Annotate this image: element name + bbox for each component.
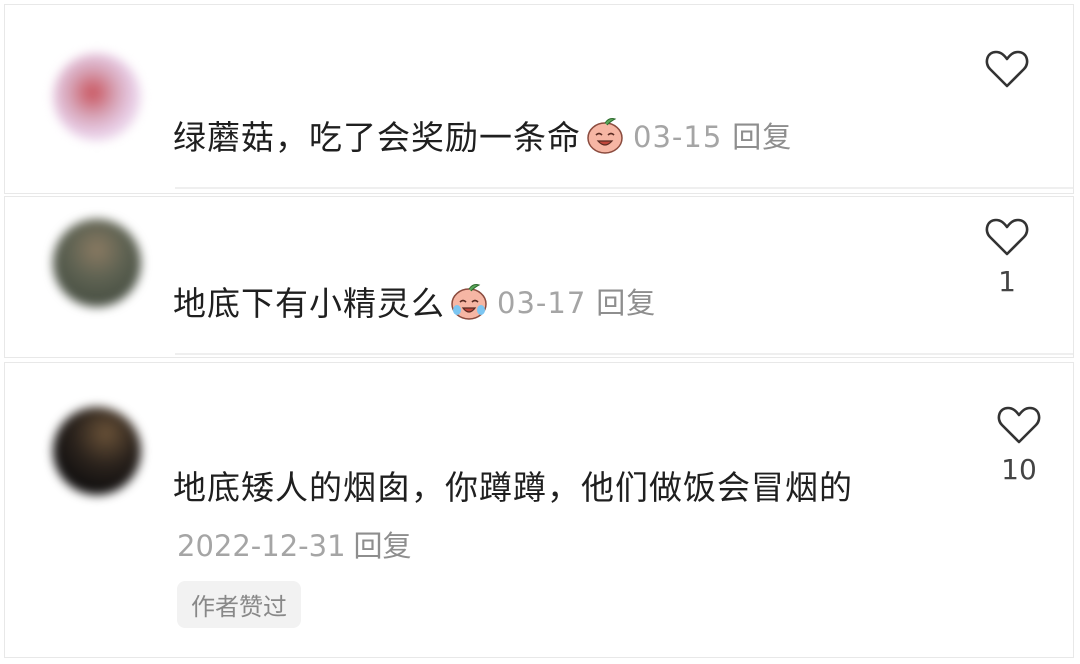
crying-peach-sticker <box>449 281 489 321</box>
comment-meta: 2022-12-31 回复 <box>177 523 412 565</box>
comment-text: 地底矮人的烟囱，你蹲蹲，他们做饭会冒烟的 <box>173 468 853 507</box>
comment-date: 2022-12-31 <box>177 529 346 563</box>
like-button[interactable] <box>967 49 1047 97</box>
heart-outline-icon <box>997 406 1041 444</box>
comment-text: 地底下有小精灵么 <box>173 284 445 323</box>
reply-button[interactable]: 回复 <box>596 286 656 320</box>
comment-item-2: 地底下有小精灵么 03-17 回复 1 <box>4 196 1074 358</box>
comment-date: 03-15 <box>633 120 723 154</box>
like-count: 10 <box>1001 453 1037 486</box>
divider <box>175 187 1073 189</box>
laughing-peach-sticker <box>585 115 625 155</box>
comment-body[interactable]: 地底矮人的烟囱，你蹲蹲，他们做饭会冒烟的 <box>173 461 853 509</box>
reply-button[interactable]: 回复 <box>732 120 792 154</box>
comment-date: 03-17 <box>497 286 587 320</box>
user-avatar[interactable] <box>53 219 141 307</box>
author-liked-badge: 作者赞过 <box>177 581 301 628</box>
heart-outline-icon <box>985 50 1029 88</box>
comment-body[interactable]: 绿蘑菇，吃了会奖励一条命 03-15 回复 <box>173 111 792 159</box>
heart-outline-icon <box>985 218 1029 256</box>
comment-body[interactable]: 地底下有小精灵么 03-17 回复 <box>173 277 656 325</box>
reply-button[interactable]: 回复 <box>354 529 412 563</box>
comment-item-3: 地底矮人的烟囱，你蹲蹲，他们做饭会冒烟的 2022-12-31 回复 作者赞过 1… <box>4 362 1074 658</box>
like-count: 1 <box>998 265 1016 298</box>
user-avatar[interactable] <box>53 407 141 495</box>
comment-item-1: 绿蘑菇，吃了会奖励一条命 03-15 回复 <box>4 4 1074 194</box>
like-button[interactable]: 10 <box>979 405 1059 486</box>
user-avatar[interactable] <box>53 53 141 141</box>
divider <box>175 353 1073 355</box>
like-button[interactable]: 1 <box>967 217 1047 298</box>
comment-text: 绿蘑菇，吃了会奖励一条命 <box>173 118 581 157</box>
